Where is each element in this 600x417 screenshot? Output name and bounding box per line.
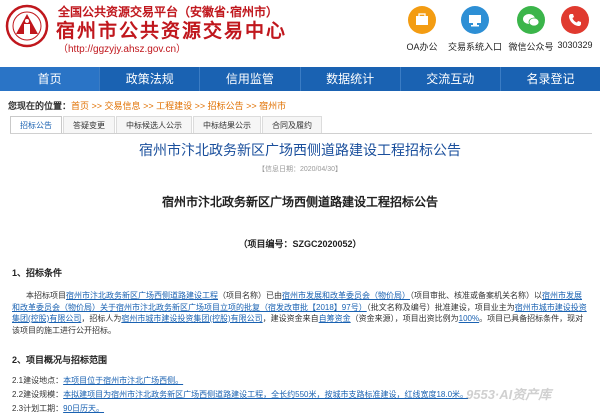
breadcrumb-sep: >> bbox=[140, 101, 157, 111]
tab-candidates[interactable]: 中标候选人公示 bbox=[116, 116, 192, 133]
oa-icon bbox=[408, 6, 436, 34]
para-text: （资金来源），项目出资比例为 bbox=[350, 314, 459, 323]
para-text: （项目名称）已由 bbox=[218, 291, 282, 300]
funding-ratio: 100% bbox=[458, 314, 480, 323]
tenderer: 宿州市城市建设投资集团(控股)有限公司 bbox=[121, 314, 263, 323]
item-value: 本项目位于宿州市汴北广场西侧。 bbox=[63, 376, 184, 385]
list-item: 2.2建设规模：本拟建项目为宿州市汴北政务新区广场西侧道路建设工程，全长约550… bbox=[12, 389, 468, 400]
info-date: 【信息日期：2020/04/30】 bbox=[257, 166, 343, 173]
breadcrumb-home[interactable]: 首页 bbox=[71, 101, 89, 111]
breadcrumb-sep: >> bbox=[89, 101, 105, 111]
breadcrumb-construction[interactable]: 工程建设 bbox=[156, 101, 192, 111]
wechat-icon bbox=[517, 6, 545, 34]
nav-credit[interactable]: 信用监管 bbox=[200, 67, 301, 91]
site-name[interactable]: 宿州市公共资源交易中心 bbox=[56, 16, 287, 43]
notice-tabs: 招标公告 答疑变更 中标候选人公示 中标结果公示 合同及履约 bbox=[10, 116, 592, 134]
nav-interaction[interactable]: 交流互动 bbox=[401, 67, 501, 91]
tab-qa-changes[interactable]: 答疑变更 bbox=[63, 116, 115, 133]
breadcrumb-city[interactable]: 宿州市 bbox=[259, 101, 286, 111]
breadcrumb-prefix: 您现在的位置： bbox=[8, 101, 72, 111]
item-value: 90日历天。 bbox=[63, 404, 105, 413]
list-item: 2.1建设地点：本项目位于宿州市汴北广场西侧。 bbox=[12, 375, 183, 386]
phone-link[interactable]: 3030329 bbox=[542, 6, 600, 50]
nav-policy[interactable]: 政策法规 bbox=[100, 67, 201, 91]
tab-results[interactable]: 中标结果公示 bbox=[193, 116, 261, 133]
trading-system-icon bbox=[461, 6, 489, 34]
breadcrumb-sep: >> bbox=[243, 101, 260, 111]
tab-tender-notice[interactable]: 招标公告 bbox=[10, 116, 62, 133]
item-value: 本拟建项目为宿州市汴北政务新区广场西侧道路建设工程，全长约550米，按城市支路标… bbox=[63, 390, 469, 399]
breadcrumb-trade-info[interactable]: 交易信息 bbox=[105, 101, 141, 111]
article-title: 宿州市汴北政务新区广场西侧道路建设工程招标公告 bbox=[139, 142, 461, 158]
breadcrumb-tender-notice[interactable]: 招标公告 bbox=[208, 101, 244, 111]
section-heading: 1、招标条件 bbox=[12, 268, 63, 278]
fund-source: 自筹资金 bbox=[318, 314, 351, 323]
phone-label: 3030329 bbox=[557, 40, 593, 50]
breadcrumb: 您现在的位置：首页 >> 交易信息 >> 工程建设 >> 招标公告 >> 宿州市 bbox=[8, 99, 286, 112]
tab-contracts[interactable]: 合同及履约 bbox=[262, 116, 322, 133]
nav-statistics[interactable]: 数据统计 bbox=[301, 67, 401, 91]
project-number: （项目编号：SZGC2020052） bbox=[238, 239, 362, 249]
nav-home[interactable]: 首页 bbox=[0, 67, 101, 91]
breadcrumb-sep: >> bbox=[192, 101, 208, 111]
list-item: 2.3计划工期：90日历天。 bbox=[12, 403, 104, 414]
watermark: 9553·AI资产库 bbox=[466, 387, 552, 402]
site-url: （http://ggzyjy.ahsz.gov.cn） bbox=[58, 44, 187, 55]
item-label: 2.3计划工期： bbox=[12, 404, 64, 413]
section-heading: 2、项目概况与招标范围 bbox=[12, 355, 108, 365]
main-nav: 首页 政策法规 信用监管 数据统计 交流互动 名录登记 bbox=[0, 67, 600, 91]
site-header: 全国公共资源交易平台（安徽省·宿州市） 宿州市公共资源交易中心 （http://… bbox=[0, 0, 600, 62]
phone-icon bbox=[561, 6, 589, 34]
project-name-link: 宿州市汴北政务新区广场西侧道路建设工程 bbox=[66, 291, 218, 300]
para-text: ，建设资金来自 bbox=[262, 314, 319, 323]
document-title: 宿州市汴北政务新区广场西侧道路建设工程招标公告 bbox=[161, 195, 438, 209]
emblem-logo-icon bbox=[5, 4, 49, 48]
item-label: 2.2建设规模： bbox=[12, 390, 64, 399]
para-text: （项目审批、核准或备案机关名称）以 bbox=[410, 291, 542, 300]
approval-authority: 宿州市发展和改革委员会（物价局） bbox=[282, 291, 410, 300]
para-text: 本招标项目 bbox=[26, 291, 66, 300]
item-label: 2.1建设地点： bbox=[12, 376, 64, 385]
tender-conditions-paragraph: 本招标项目宿州市汴北政务新区广场西侧道路建设工程（项目名称）已由宿州市发展和改革… bbox=[12, 290, 588, 336]
para-text: （批文名称及编号）批准建设，项目业主为 bbox=[366, 302, 515, 312]
para-text: ，招标人为 bbox=[81, 314, 122, 323]
nav-registry[interactable]: 名录登记 bbox=[501, 67, 600, 91]
